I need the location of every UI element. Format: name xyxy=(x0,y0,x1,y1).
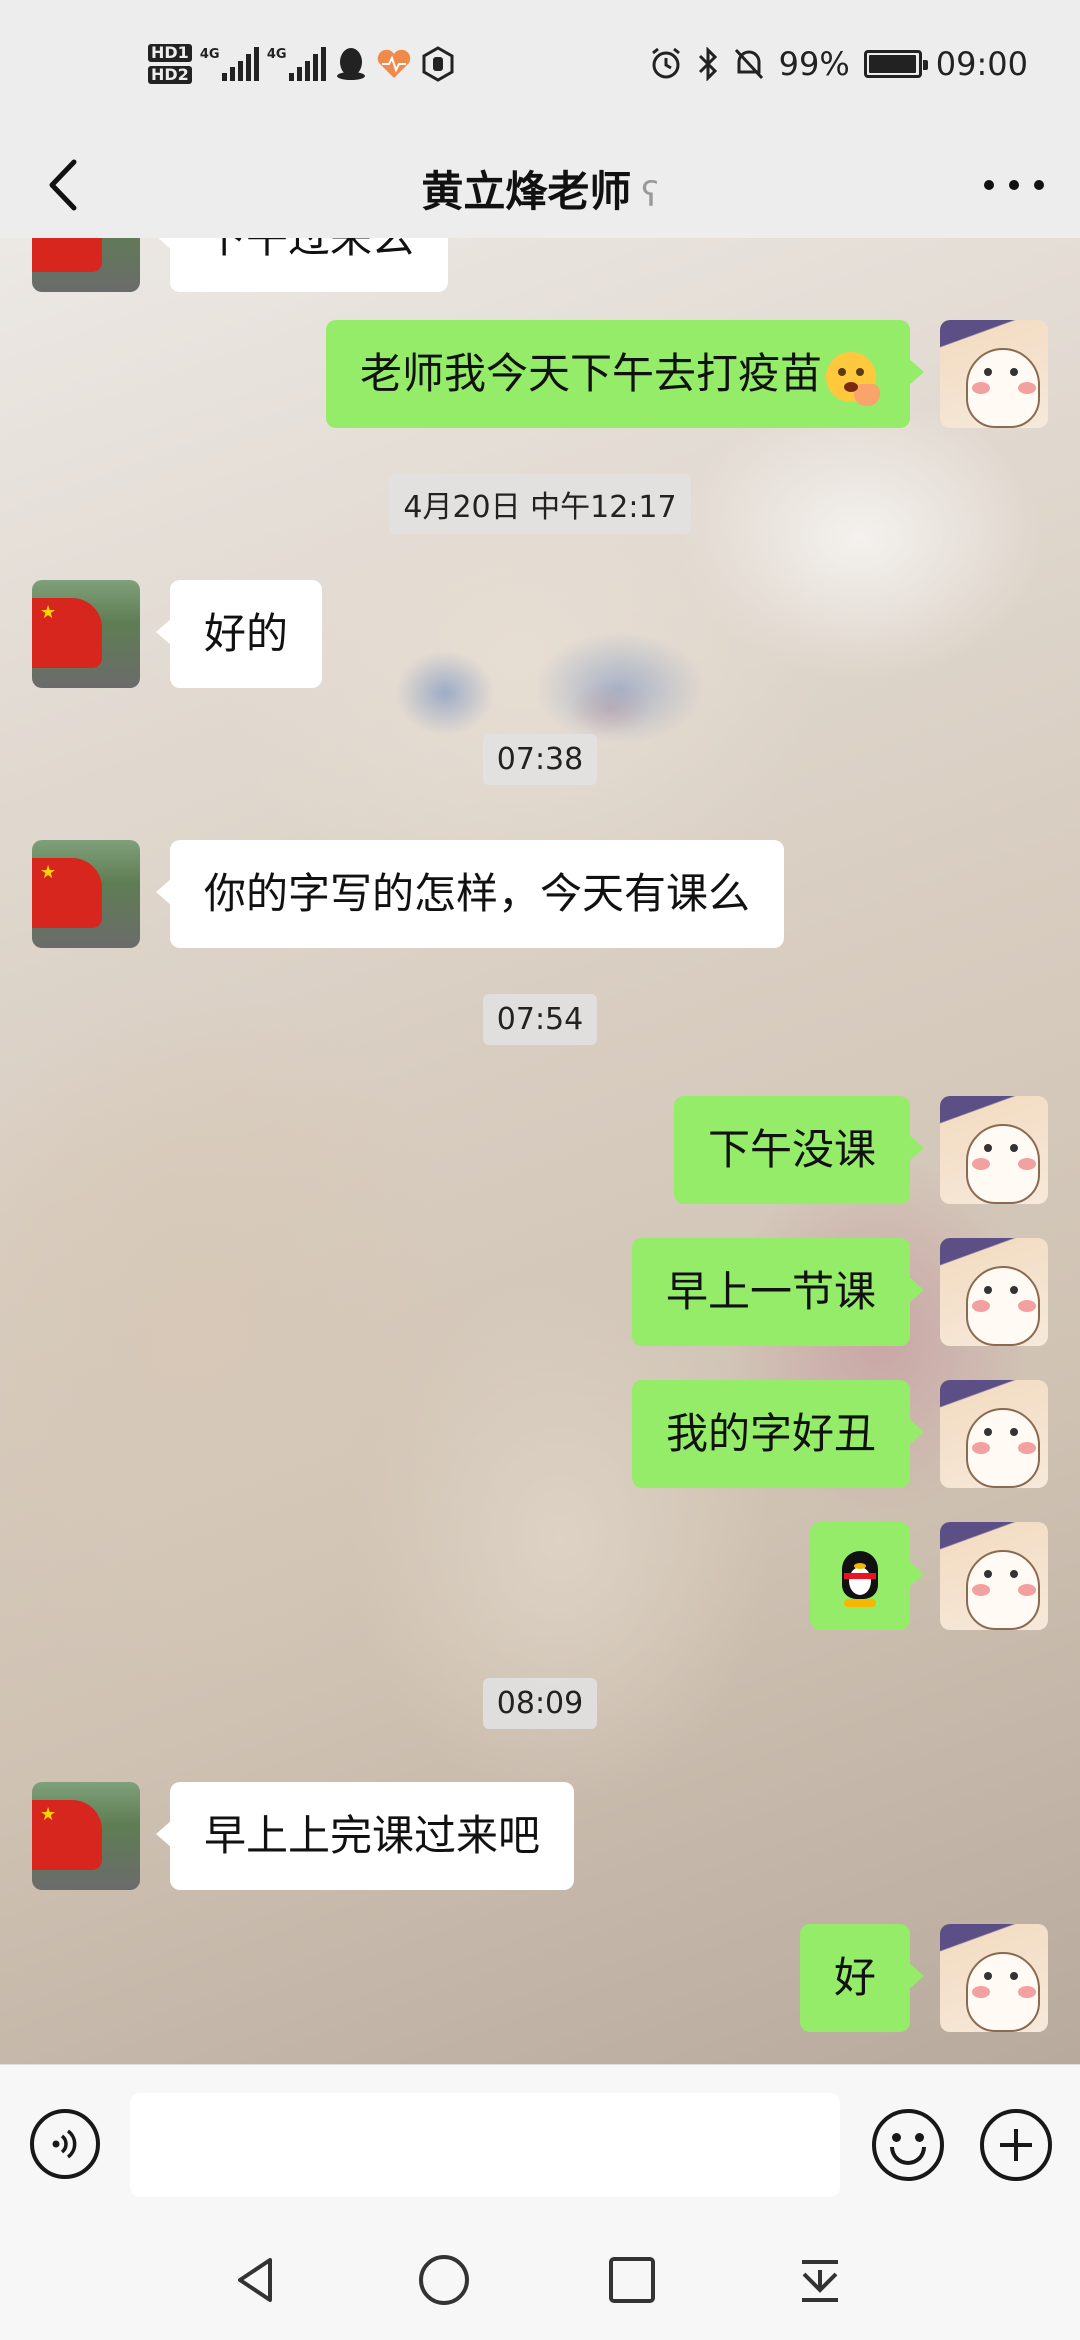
message-row-incoming: ★ 好的 xyxy=(0,580,1080,690)
status-time: 09:00 xyxy=(935,45,1028,83)
timestamp: 08:09 xyxy=(0,1678,1080,1729)
health-heart-icon xyxy=(377,49,411,78)
voice-icon[interactable] xyxy=(30,2109,100,2179)
message-bubble[interactable]: 早上上完课过来吧 xyxy=(155,1782,575,1890)
network-label-2: 4G xyxy=(266,47,287,62)
timestamp: 07:38 xyxy=(0,734,1080,785)
sticker-bubble[interactable] xyxy=(810,1522,924,1630)
qq-penguin-sticker xyxy=(838,1550,882,1607)
message-row-incoming: ★ 你的字写的怎样，今天有课么 xyxy=(0,840,1080,950)
signal-1-icon: 4G xyxy=(200,47,259,81)
message-bubble[interactable]: 我的字好丑 xyxy=(631,1380,925,1488)
recents-square-icon[interactable] xyxy=(602,2250,662,2310)
bluetooth-icon xyxy=(698,47,717,81)
contact-avatar[interactable]: ★ xyxy=(32,840,140,948)
status-right: 99% 09:00 xyxy=(649,38,1028,90)
message-row-incoming: ★ 早上上完课过来吧 xyxy=(0,1782,1080,1892)
message-row-outgoing: 我的字好丑 xyxy=(0,1380,1080,1490)
message-row-outgoing: 老师我今天下午去打疫苗 xyxy=(0,320,1080,430)
timestamp-text: 07:54 xyxy=(482,994,598,1045)
qq-penguin-icon xyxy=(336,48,365,80)
hd-label-1: HD1 xyxy=(148,44,192,62)
input-bar xyxy=(0,2064,1080,2224)
timestamp-text: 07:38 xyxy=(482,734,598,785)
back-triangle-icon[interactable] xyxy=(226,2250,286,2310)
contact-avatar[interactable]: ★ xyxy=(32,238,140,292)
message-bubble[interactable]: 早上一节课 xyxy=(631,1238,925,1346)
message-bubble[interactable]: 好 xyxy=(799,1924,925,2032)
message-bubble[interactable]: 下午没课 xyxy=(673,1096,925,1204)
smiley-icon[interactable] xyxy=(872,2109,944,2181)
message-row-outgoing: 好 xyxy=(0,1924,1080,2034)
voice-waves-icon xyxy=(52,2129,77,2159)
chat-header: 黄立烽老师 ʕ xyxy=(0,132,1080,238)
my-avatar[interactable] xyxy=(940,1522,1048,1630)
plus-circle-icon[interactable] xyxy=(980,2109,1052,2181)
message-bubble[interactable]: 好的 xyxy=(155,580,323,688)
notification-pull-icon[interactable] xyxy=(790,2250,850,2310)
page-title: 黄立烽老师 ʕ xyxy=(0,158,1080,219)
contact-avatar[interactable]: ★ xyxy=(32,580,140,688)
system-nav-bar xyxy=(0,2224,1080,2340)
message-row-outgoing: 下午没课 xyxy=(0,1096,1080,1206)
timestamp-text: 08:09 xyxy=(482,1678,598,1729)
my-avatar[interactable] xyxy=(940,1924,1048,2032)
message-row-incoming: ★ 下午过来么 xyxy=(0,238,1080,294)
message-bubble[interactable]: 老师我今天下午去打疫苗 xyxy=(325,320,925,428)
status-left: HD1 HD2 4G 4G xyxy=(148,34,456,94)
mute-bell-icon xyxy=(734,48,763,80)
message-input[interactable] xyxy=(130,2093,840,2197)
hd-indicator: HD1 HD2 xyxy=(148,42,192,86)
message-row-outgoing: 早上一节课 xyxy=(0,1238,1080,1348)
message-bubble[interactable]: 你的字写的怎样，今天有课么 xyxy=(155,840,785,948)
message-bubble[interactable]: 下午过来么 xyxy=(155,238,449,292)
timestamp-text: 4月20日 中午12:17 xyxy=(389,474,691,534)
status-bar: HD1 HD2 4G 4G 99% 09:00 xyxy=(0,0,1080,132)
signal-2-icon: 4G xyxy=(267,47,326,81)
hexagon-hand-icon xyxy=(422,46,454,82)
chat-area[interactable]: ★ 下午过来么 老师我今天下午去打疫苗 4月20日 中午12:17 ★ 好的 0… xyxy=(0,238,1080,2064)
my-avatar[interactable] xyxy=(940,1380,1048,1488)
ear-icon: ʕ xyxy=(641,175,659,215)
battery-icon xyxy=(863,50,928,78)
alarm-icon xyxy=(651,47,680,79)
timestamp: 07:54 xyxy=(0,994,1080,1045)
message-text: 老师我今天下午去打疫苗 xyxy=(359,349,822,398)
my-avatar[interactable] xyxy=(940,1096,1048,1204)
contact-avatar[interactable]: ★ xyxy=(32,1782,140,1890)
contact-name: 黄立烽老师 xyxy=(421,167,632,216)
hd-label-2: HD2 xyxy=(148,66,192,84)
my-avatar[interactable] xyxy=(940,1238,1048,1346)
message-row-outgoing xyxy=(0,1522,1080,1632)
more-dots-icon[interactable] xyxy=(984,160,1044,210)
timestamp: 4月20日 中午12:17 xyxy=(0,474,1080,534)
battery-fill xyxy=(868,55,917,73)
hand-over-mouth-emoji xyxy=(826,351,880,406)
home-circle-icon[interactable] xyxy=(414,2250,474,2310)
network-label-1: 4G xyxy=(199,47,220,62)
battery-percent: 99% xyxy=(778,45,850,83)
my-avatar[interactable] xyxy=(940,320,1048,428)
